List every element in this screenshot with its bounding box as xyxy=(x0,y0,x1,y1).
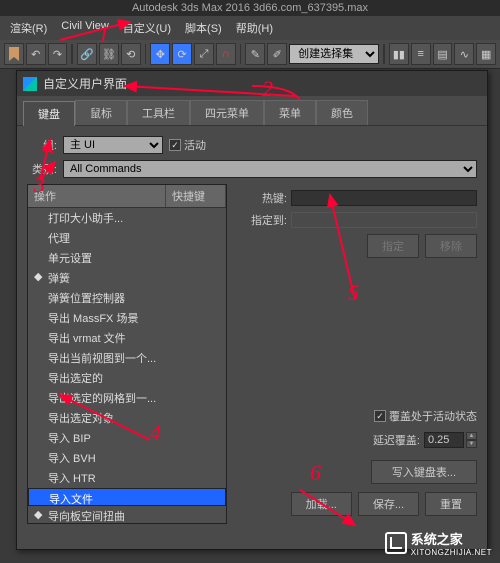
app-icon xyxy=(23,77,37,91)
list-item[interactable]: 导入 BIP xyxy=(28,428,226,448)
spin-up-icon[interactable]: ▲ xyxy=(466,432,477,440)
bookmark-icon[interactable] xyxy=(4,43,24,65)
override-checkbox[interactable]: ✓ 覆盖处于活动状态 xyxy=(237,408,477,424)
check-icon: ✓ xyxy=(374,410,386,422)
list-item[interactable]: 代理 xyxy=(28,228,226,248)
action-list[interactable]: 操作 快捷键 打印大小助手...代理单元设置◆弹簧弹簧位置控制器导出 MassF… xyxy=(27,184,227,524)
schematic-icon[interactable]: ▦ xyxy=(476,43,496,65)
app-titlebar: Autodesk 3ds Max 2016 3d66.com_637395.ma… xyxy=(0,0,500,16)
customize-ui-dialog: 自定义用户界面 键盘 鼠标 工具栏 四元菜单 菜单 颜色 组: 主 UI ✓ 活… xyxy=(16,70,488,550)
assigned-display xyxy=(291,212,477,228)
menu-help[interactable]: 帮助(H) xyxy=(230,18,279,38)
watermark-logo-icon xyxy=(385,532,407,554)
dialog-tabs: 键盘 鼠标 工具栏 四元菜单 菜单 颜色 xyxy=(17,96,487,126)
selection-set-dropdown[interactable]: 创建选择集 xyxy=(289,44,379,64)
delay-spinner[interactable]: ▲ ▼ xyxy=(424,432,477,448)
list-item[interactable]: ◆导向板空间扭曲 xyxy=(28,506,226,524)
group-dropdown[interactable]: 主 UI xyxy=(63,136,163,154)
active-checkbox[interactable]: ✓ 活动 xyxy=(169,137,206,153)
undo-icon[interactable]: ↶ xyxy=(26,43,46,65)
col-shortcut[interactable]: 快捷键 xyxy=(166,185,226,207)
tab-keyboard[interactable]: 键盘 xyxy=(23,101,75,126)
app-title: Autodesk 3ds Max 2016 3d66.com_637395.ma… xyxy=(132,2,368,14)
list-item[interactable]: 导出选定的网格到一... xyxy=(28,388,226,408)
list-item[interactable]: 弹簧位置控制器 xyxy=(28,288,226,308)
link-icon[interactable]: 🔗 xyxy=(77,43,97,65)
list-item[interactable]: 导出 MassFX 场景 xyxy=(28,308,226,328)
group-label: 组: xyxy=(27,137,57,153)
tab-mouse[interactable]: 鼠标 xyxy=(75,100,127,125)
watermark-name: 系统之家 xyxy=(411,529,492,548)
hotkey-input[interactable] xyxy=(291,190,477,206)
delay-label: 延迟覆盖: xyxy=(373,432,420,448)
bind-icon[interactable]: ⟲ xyxy=(121,43,141,65)
hotkey-label: 热键: xyxy=(237,190,287,206)
list-item[interactable]: 导出 vrmat 文件 xyxy=(28,328,226,348)
dialog-title: 自定义用户界面 xyxy=(43,75,127,92)
list-header: 操作 快捷键 xyxy=(28,185,226,208)
list-item[interactable]: 导出选定的 xyxy=(28,368,226,388)
tool-a-icon[interactable]: ✎ xyxy=(245,43,265,65)
check-icon: ✓ xyxy=(169,139,181,151)
spin-down-icon[interactable]: ▼ xyxy=(466,440,477,448)
list-item[interactable]: ◆弹簧 xyxy=(28,268,226,288)
unlink-icon[interactable]: ⛓ xyxy=(99,43,119,65)
redo-icon[interactable]: ↷ xyxy=(48,43,68,65)
delay-input[interactable] xyxy=(424,432,464,448)
tool-b-icon[interactable]: ✐ xyxy=(267,43,287,65)
layer-icon[interactable]: ▤ xyxy=(433,43,453,65)
save-button[interactable]: 保存... xyxy=(358,492,419,516)
mirror-icon[interactable]: ▮▮ xyxy=(389,43,409,65)
list-item[interactable]: 单元设置 xyxy=(28,248,226,268)
tab-quad[interactable]: 四元菜单 xyxy=(190,100,264,125)
reset-button[interactable]: 重置 xyxy=(425,492,477,516)
menu-civilview[interactable]: Civil View xyxy=(55,18,114,38)
category-label: 类别: xyxy=(27,161,57,177)
main-toolbar: ↶ ↷ 🔗 ⛓ ⟲ ✥ ⟳ ⤢ ∩ ✎ ✐ 创建选择集 ▮▮ ≡ ▤ ∿ ▦ xyxy=(0,40,500,69)
curve-icon[interactable]: ∿ xyxy=(454,43,474,65)
assigned-label: 指定到: xyxy=(237,212,287,228)
rotate-icon[interactable]: ⟳ xyxy=(172,43,192,65)
category-dropdown[interactable]: All Commands xyxy=(63,160,477,178)
move-icon[interactable]: ✥ xyxy=(150,43,170,65)
col-action[interactable]: 操作 xyxy=(28,185,166,207)
write-keyboard-button[interactable]: 写入键盘表... xyxy=(371,460,477,484)
tab-menu[interactable]: 菜单 xyxy=(264,100,316,125)
menubar: 渲染(R) Civil View 自定义(U) 脚本(S) 帮助(H) xyxy=(0,16,500,40)
tab-color[interactable]: 颜色 xyxy=(316,100,368,125)
list-item[interactable]: 导出当前视图到一个... xyxy=(28,348,226,368)
align-icon[interactable]: ≡ xyxy=(411,43,431,65)
menu-script[interactable]: 脚本(S) xyxy=(179,18,228,38)
menu-customize[interactable]: 自定义(U) xyxy=(117,18,177,38)
list-item[interactable]: 导入 BVH xyxy=(28,448,226,468)
watermark-url: XITONGZHIJIA.NET xyxy=(411,548,492,557)
list-item[interactable]: 导出选定对象 xyxy=(28,408,226,428)
watermark: 系统之家 XITONGZHIJIA.NET xyxy=(385,529,492,557)
list-item[interactable]: 导入文件 xyxy=(28,488,226,506)
menu-render[interactable]: 渲染(R) xyxy=(4,18,53,38)
dialog-titlebar[interactable]: 自定义用户界面 xyxy=(17,71,487,96)
tab-toolbar[interactable]: 工具栏 xyxy=(127,100,190,125)
snap-icon[interactable]: ∩ xyxy=(216,43,236,65)
scale-icon[interactable]: ⤢ xyxy=(194,43,214,65)
remove-button[interactable]: 移除 xyxy=(425,234,477,258)
list-item[interactable]: 打印大小助手... xyxy=(28,208,226,228)
list-item[interactable]: 导入 HTR xyxy=(28,468,226,488)
load-button[interactable]: 加载... xyxy=(291,492,352,516)
assign-button[interactable]: 指定 xyxy=(367,234,419,258)
